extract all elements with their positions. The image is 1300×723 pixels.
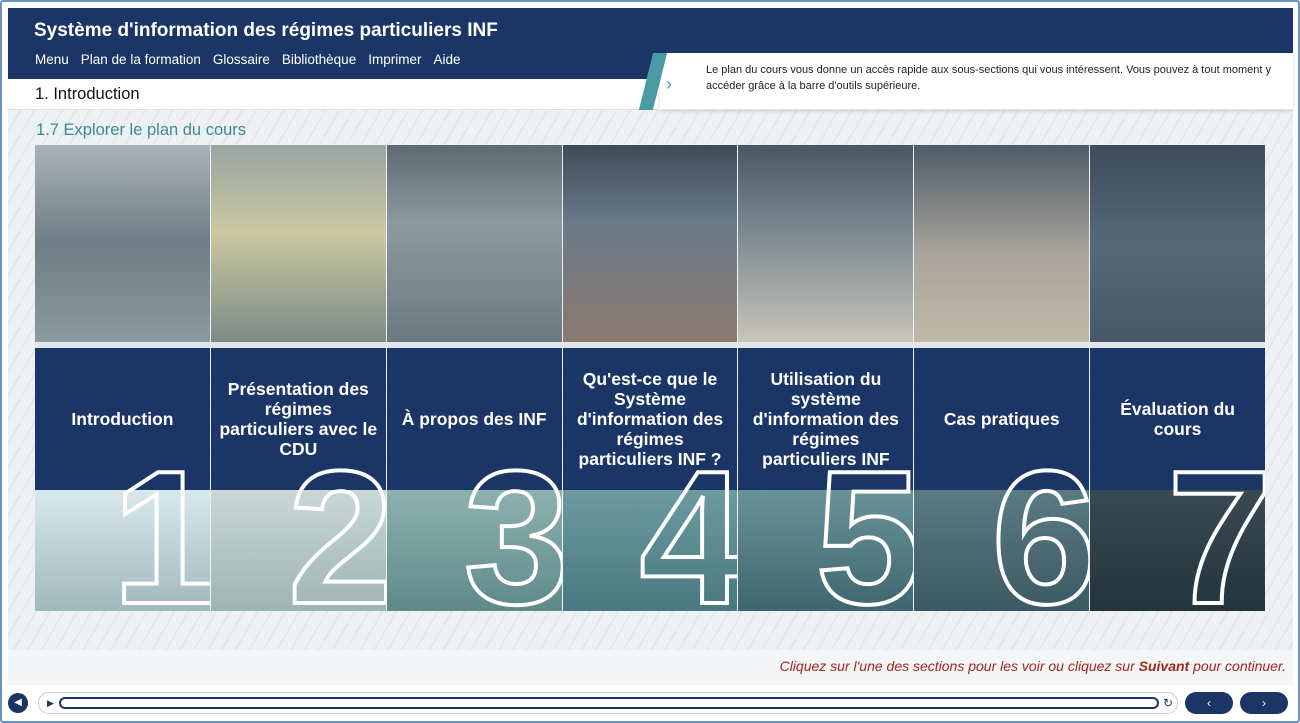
section-card-5[interactable]: Utilisation du système d'information des… [738, 145, 915, 611]
card-photo [210, 145, 386, 342]
section-number: 4 [638, 432, 739, 611]
card-photo [914, 145, 1090, 342]
section-number: 1 [110, 432, 211, 611]
nav-plan[interactable]: Plan de la formation [81, 52, 201, 67]
section-number: 7 [1165, 432, 1267, 611]
top-nav: Menu Plan de la formation Glossaire Bibl… [35, 52, 460, 67]
breadcrumb-text: 1. Introduction [35, 85, 140, 103]
section-label: Cas pratiques [943, 409, 1060, 429]
instruction-text: Cliquez sur l'une des sections pour les … [780, 658, 1286, 674]
section-card-1[interactable]: Introduction 1 [35, 145, 211, 611]
prev-button[interactable]: ‹ [1185, 692, 1233, 714]
progress-bar[interactable] [59, 697, 1159, 709]
section-label: Introduction [71, 409, 174, 429]
nav-menu[interactable]: Menu [35, 52, 69, 67]
section-card-3[interactable]: À propos des INF 3 [386, 145, 563, 611]
section-card-6[interactable]: Cas pratiques 6 [914, 145, 1091, 611]
course-sections: Introduction 1 Présentation des régimes p… [35, 145, 1267, 611]
nav-aide[interactable]: Aide [433, 52, 460, 67]
section-card-4[interactable]: Qu'est-ce que le Système d'information d… [562, 145, 739, 611]
section-card-7[interactable]: Évaluation du cours 7 [1090, 145, 1267, 611]
replay-icon[interactable]: ↻ [1163, 696, 1173, 710]
section-number: 2 [286, 432, 387, 611]
seek-track[interactable]: ▶ ↻ [38, 692, 1178, 714]
nav-glossaire[interactable]: Glossaire [213, 52, 270, 67]
breadcrumb: 1. Introduction [8, 79, 658, 110]
section-number: 6 [989, 432, 1091, 611]
nav-bibliotheque[interactable]: Bibliothèque [282, 52, 356, 67]
hint-bold: Suivant [1138, 658, 1190, 674]
section-number: 5 [814, 432, 915, 611]
card-photo [1090, 145, 1266, 342]
speaker-icon[interactable]: ◀ [8, 693, 28, 713]
hint-before: Cliquez sur l'une des sections pour les … [779, 658, 1139, 674]
play-icon[interactable]: ▶ [47, 698, 54, 709]
nav-imprimer[interactable]: Imprimer [368, 52, 421, 67]
page-subtitle: 1.7 Explorer le plan du cours [36, 121, 247, 139]
card-photo [738, 145, 914, 342]
section-number: 3 [462, 432, 563, 611]
app-title: Système d'information des régimes partic… [34, 20, 498, 41]
card-photo [562, 145, 738, 342]
section-card-2[interactable]: Présentation des régimes particuliers av… [210, 145, 387, 611]
next-button[interactable]: › [1240, 692, 1288, 714]
card-photo [35, 145, 210, 342]
hint-after: pour continuer. [1189, 658, 1286, 674]
chevron-right-icon[interactable]: › [666, 74, 672, 95]
player-bar: ◀ ▶ ↻ ‹ › [8, 690, 1293, 716]
info-text: Le plan du cours vous donne un accès rap… [706, 64, 1272, 92]
card-photo [386, 145, 562, 342]
section-label: À propos des INF [401, 409, 547, 429]
info-panel: Le plan du cours vous donne un accès rap… [660, 53, 1293, 109]
